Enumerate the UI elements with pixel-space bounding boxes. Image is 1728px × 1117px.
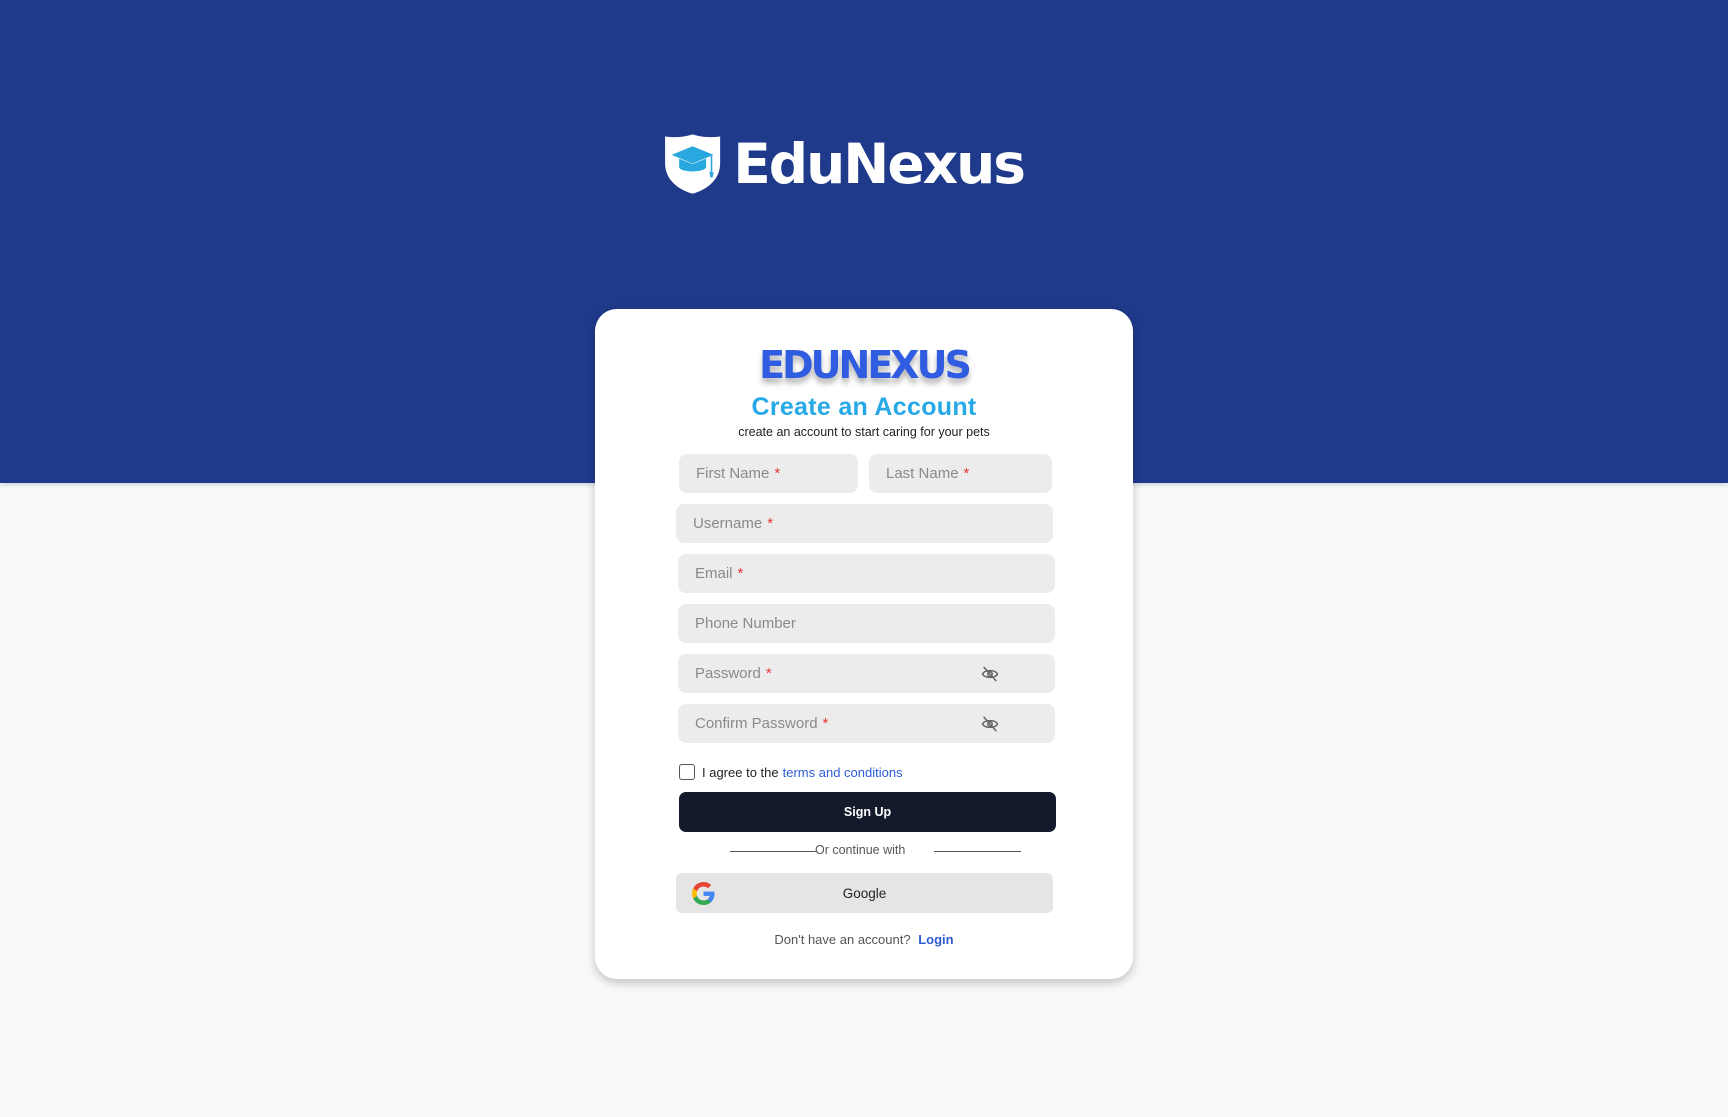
phone-number-input[interactable]: Phone Number — [678, 604, 1055, 643]
required-mark: * — [822, 715, 829, 732]
confirm-password-input[interactable]: Confirm Password * — [678, 704, 1055, 743]
required-mark: * — [767, 515, 774, 532]
confirm-password-placeholder: Confirm Password — [695, 715, 818, 732]
logo-text: EduNexus — [733, 132, 1026, 196]
phone-number-placeholder: Phone Number — [695, 615, 796, 632]
first-name-input[interactable]: First Name * — [679, 454, 858, 493]
required-mark: * — [765, 665, 772, 682]
username-input[interactable]: Username * — [676, 504, 1053, 543]
terms-row: I agree to the terms and conditions — [679, 764, 903, 780]
signup-card: EDUNEXUS Create an Account create an acc… — [595, 309, 1133, 979]
google-icon — [692, 882, 715, 905]
google-signin-button[interactable]: Google — [676, 873, 1053, 913]
password-placeholder: Password — [695, 665, 761, 682]
divider-text: Or continue with — [815, 843, 906, 857]
required-mark: * — [963, 465, 970, 482]
logo: EduNexus — [664, 104, 1026, 224]
last-name-input[interactable]: Last Name * — [869, 454, 1052, 493]
sign-up-button[interactable]: Sign Up — [679, 792, 1056, 832]
terms-label: I agree to the — [702, 764, 779, 780]
required-mark: * — [774, 465, 781, 482]
login-prompt: Don't have an account? Login — [595, 932, 1133, 947]
last-name-placeholder: Last Name — [886, 465, 959, 482]
google-label: Google — [842, 885, 887, 901]
login-link[interactable]: Login — [918, 932, 953, 947]
card-brand: EDUNEXUS — [759, 343, 972, 387]
graduation-cap-shield-icon — [665, 134, 721, 194]
email-input[interactable]: Email * — [678, 554, 1055, 593]
terms-link[interactable]: terms and conditions — [783, 765, 903, 780]
first-name-placeholder: First Name — [696, 465, 770, 482]
email-placeholder: Email — [695, 565, 733, 582]
eye-off-icon[interactable] — [981, 715, 999, 733]
page-subtitle: create an account to start caring for yo… — [738, 425, 990, 439]
footer-text: Don't have an account? — [774, 932, 911, 947]
page-title: Create an Account — [751, 393, 977, 421]
eye-off-icon[interactable] — [981, 665, 999, 683]
terms-checkbox[interactable] — [679, 764, 695, 780]
divider-line-left — [730, 851, 817, 852]
password-input[interactable]: Password * — [678, 654, 1055, 693]
username-placeholder: Username — [693, 515, 763, 532]
divider-line-right — [934, 851, 1021, 852]
required-mark: * — [737, 565, 744, 582]
